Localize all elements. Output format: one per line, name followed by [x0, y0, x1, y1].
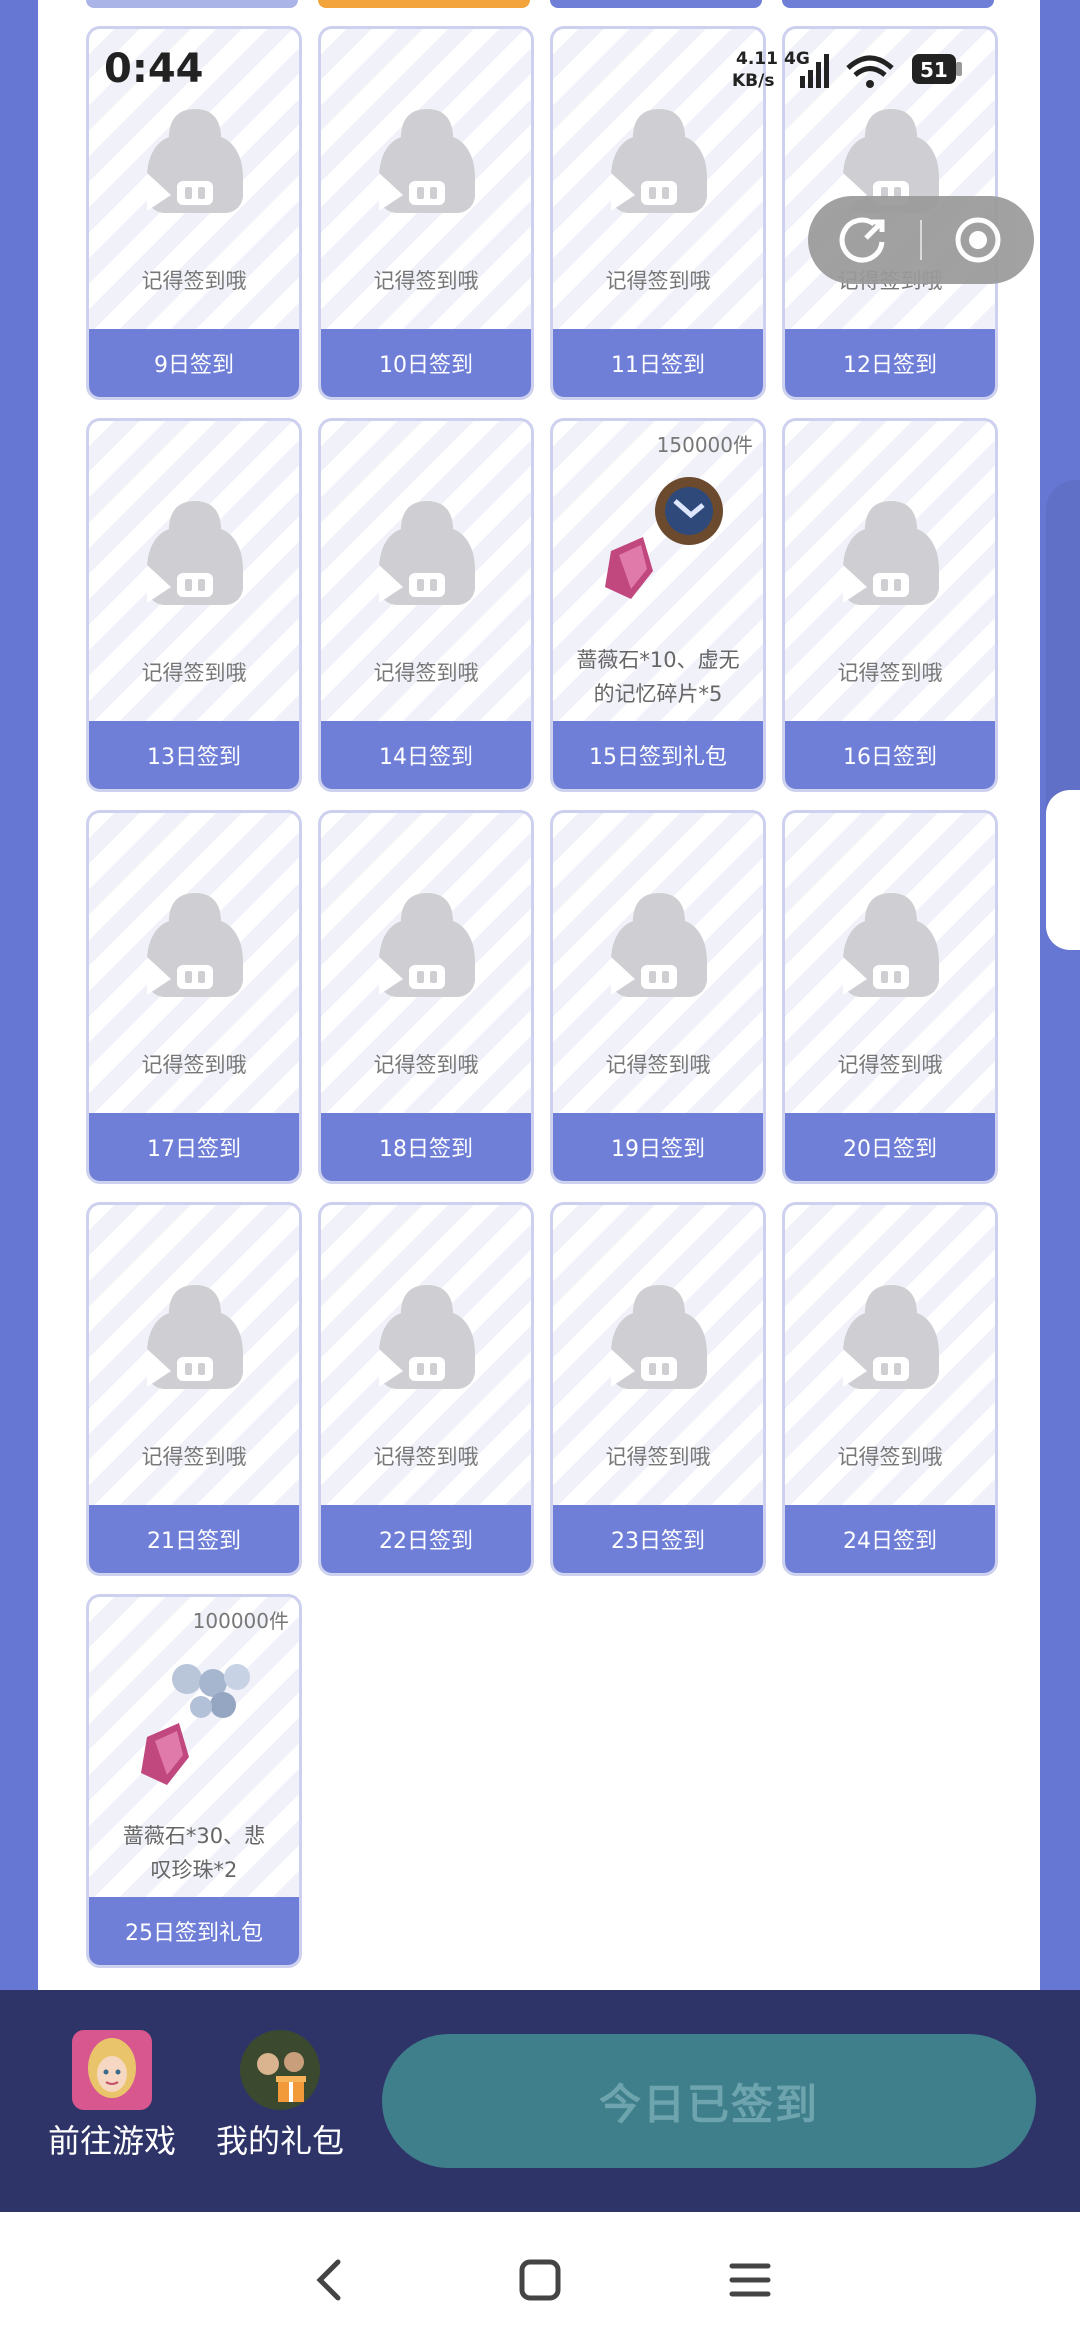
day-label: 16日签到	[785, 721, 995, 789]
sign-in-hint: 记得签到哦	[141, 269, 247, 293]
capsule-divider	[920, 220, 922, 260]
sign-in-card[interactable]: 记得签到哦 13日签到	[86, 418, 302, 792]
gift-reward-line: 叹珍珠*2	[150, 1858, 238, 1882]
placeholder-character-icon	[145, 103, 245, 215]
sign-in-card[interactable]: 记得签到哦 18日签到	[318, 810, 534, 1184]
day-label: 17日签到	[89, 1113, 299, 1181]
placeholder-character-icon	[609, 1279, 709, 1391]
mini-program-capsule	[808, 196, 1034, 284]
side-tab-inner	[1046, 790, 1080, 950]
sign-in-hint: 记得签到哦	[141, 1053, 247, 1077]
placeholder-character-icon	[377, 1279, 477, 1391]
game-avatar-icon	[72, 2030, 152, 2110]
day-label: 9日签到	[89, 329, 299, 397]
go-to-game-button[interactable]: 前往游戏	[42, 2030, 182, 2162]
go-to-game-label: 前往游戏	[47, 2122, 176, 2160]
sign-in-hint: 记得签到哦	[373, 661, 479, 685]
sign-in-hint: 记得签到哦	[605, 269, 711, 293]
day-label: 18日签到	[321, 1113, 531, 1181]
close-target-icon[interactable]	[950, 212, 1006, 268]
sign-in-hint: 记得签到哦	[141, 661, 247, 685]
sign-in-hint: 记得签到哦	[837, 1053, 943, 1077]
signed-today-button[interactable]: 今日已签到	[382, 2034, 1036, 2168]
day-label: 14日签到	[321, 721, 531, 789]
gift-reward-line: 的记忆碎片*5	[593, 682, 723, 706]
sign-in-hint: 记得签到哦	[837, 1445, 943, 1469]
network-type: 4G	[784, 49, 810, 69]
sign-in-card[interactable]: 记得签到哦 10日签到	[318, 26, 534, 400]
placeholder-character-icon	[377, 103, 477, 215]
day-label: 21日签到	[89, 1505, 299, 1573]
gift-reward-line: 蔷薇石*30、悲	[122, 1824, 266, 1848]
back-icon[interactable]	[300, 2250, 360, 2310]
gift-count: 150000件	[656, 433, 753, 457]
placeholder-character-icon	[841, 887, 941, 999]
status-icons: 4.11 KB/s 4G 51	[732, 49, 962, 91]
gift-count: 100000件	[192, 1609, 289, 1633]
battery-icon: 51	[912, 54, 962, 84]
card-top-strip	[86, 0, 298, 8]
card-top-strip	[318, 0, 530, 8]
bottom-action-bar: 前往游戏 我的礼包 今日已签到	[0, 1990, 1080, 2212]
sign-in-card[interactable]: 记得签到哦 22日签到	[318, 1202, 534, 1576]
sign-in-hint: 记得签到哦	[373, 1445, 479, 1469]
sign-in-card[interactable]: 记得签到哦 23日签到	[550, 1202, 766, 1576]
placeholder-character-icon	[609, 103, 709, 215]
gift-reward-line: 蔷薇石*10、虚无	[576, 648, 740, 672]
card-top-strip	[550, 0, 762, 8]
system-nav-bar	[0, 2212, 1080, 2345]
net-speed-unit: KB/s	[732, 71, 774, 91]
sign-in-card[interactable]: 记得签到哦 16日签到	[782, 418, 998, 792]
gift-reward-text: 蔷薇石*30、悲 叹珍珠*2	[99, 1819, 289, 1887]
gift-reward-icon	[127, 1647, 267, 1797]
sign-in-card[interactable]: 100000件蔷薇石*30、悲 叹珍珠*2 25日签到礼包	[86, 1594, 302, 1968]
sign-in-hint: 记得签到哦	[605, 1445, 711, 1469]
day-label: 19日签到	[553, 1113, 763, 1181]
day-label: 15日签到礼包	[553, 721, 763, 789]
sign-in-hint: 记得签到哦	[837, 661, 943, 685]
battery-level: 51	[920, 58, 948, 82]
day-label: 10日签到	[321, 329, 531, 397]
sign-in-hint: 记得签到哦	[605, 1053, 711, 1077]
placeholder-character-icon	[377, 495, 477, 607]
sign-in-card[interactable]: 记得签到哦 20日签到	[782, 810, 998, 1184]
sign-in-card[interactable]: 记得签到哦 14日签到	[318, 418, 534, 792]
sign-in-hint: 记得签到哦	[373, 269, 479, 293]
wifi-icon	[846, 55, 894, 88]
day-label: 24日签到	[785, 1505, 995, 1573]
my-gifts-button[interactable]: 我的礼包	[210, 2030, 350, 2162]
placeholder-character-icon	[145, 495, 245, 607]
placeholder-character-icon	[377, 887, 477, 999]
day-label: 20日签到	[785, 1113, 995, 1181]
share-icon[interactable]	[836, 212, 892, 268]
sign-in-card[interactable]: 记得签到哦 17日签到	[86, 810, 302, 1184]
sign-in-card[interactable]: 150000件蔷薇石*10、虚无 的记忆碎片*5 15日签到礼包	[550, 418, 766, 792]
day-label: 25日签到礼包	[89, 1897, 299, 1965]
gift-reward-text: 蔷薇石*10、虚无 的记忆碎片*5	[563, 643, 753, 711]
sign-in-hint: 记得签到哦	[373, 1053, 479, 1077]
sign-in-hint: 记得签到哦	[141, 1445, 247, 1469]
gift-reward-icon	[591, 471, 731, 621]
placeholder-character-icon	[145, 887, 245, 999]
status-time: 0:44	[104, 46, 204, 92]
day-label: 23日签到	[553, 1505, 763, 1573]
day-label: 13日签到	[89, 721, 299, 789]
sign-in-card[interactable]: 记得签到哦 21日签到	[86, 1202, 302, 1576]
card-top-strip	[782, 0, 994, 8]
placeholder-character-icon	[841, 495, 941, 607]
sign-in-card[interactable]: 记得签到哦 19日签到	[550, 810, 766, 1184]
day-label: 11日签到	[553, 329, 763, 397]
placeholder-character-icon	[609, 887, 709, 999]
home-icon[interactable]	[510, 2250, 570, 2310]
day-label: 12日签到	[785, 329, 995, 397]
menu-icon[interactable]	[720, 2250, 780, 2310]
day-label: 22日签到	[321, 1505, 531, 1573]
placeholder-character-icon	[841, 1279, 941, 1391]
net-speed-value: 4.11	[736, 49, 778, 69]
placeholder-character-icon	[145, 1279, 245, 1391]
sign-in-card[interactable]: 记得签到哦 24日签到	[782, 1202, 998, 1576]
my-gifts-label: 我的礼包	[215, 2122, 344, 2160]
gift-avatar-icon	[240, 2030, 320, 2110]
